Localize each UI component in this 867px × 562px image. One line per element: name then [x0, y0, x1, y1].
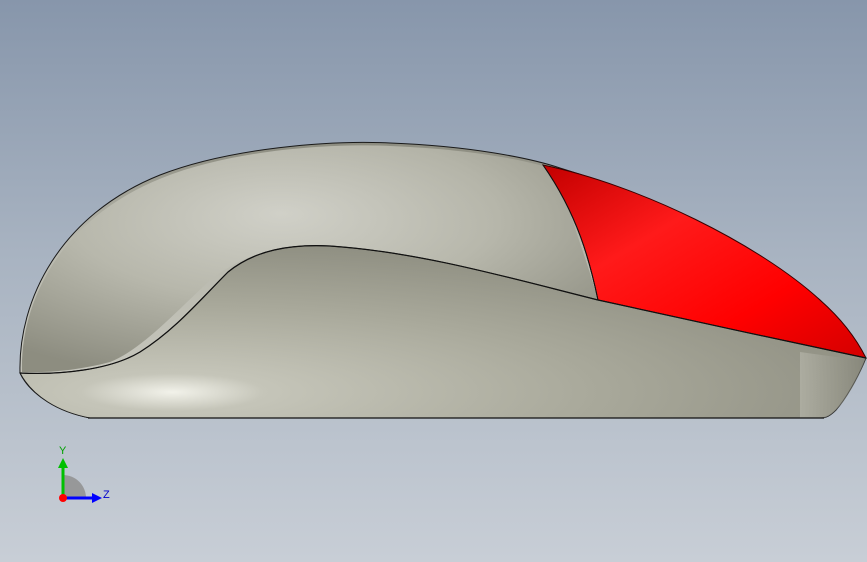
triad-y-label: Y	[59, 445, 67, 457]
mouse-model[interactable]	[0, 0, 867, 562]
mouse-front-end	[800, 352, 866, 418]
graphics-viewport[interactable]: Y Z	[0, 0, 867, 562]
triad-x-axis-dot	[59, 494, 67, 502]
triad-y-arrow	[58, 458, 68, 468]
triad-quarter-disc	[63, 475, 86, 498]
triad-z-arrow	[92, 493, 102, 503]
orientation-triad: Y Z	[58, 445, 110, 503]
triad-z-label: Z	[103, 489, 110, 501]
